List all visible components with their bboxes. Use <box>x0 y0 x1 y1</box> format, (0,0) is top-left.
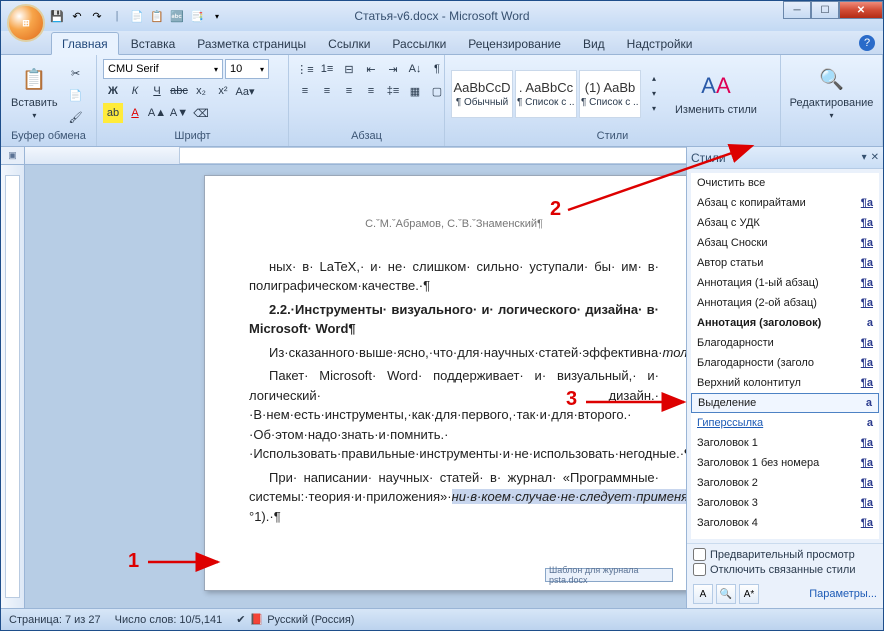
annotation-arrows <box>0 0 884 631</box>
annotation-number-1: 1 <box>128 550 139 573</box>
annotation-number-2: 2 <box>550 198 561 221</box>
annotation-number-3: 3 <box>566 388 577 411</box>
